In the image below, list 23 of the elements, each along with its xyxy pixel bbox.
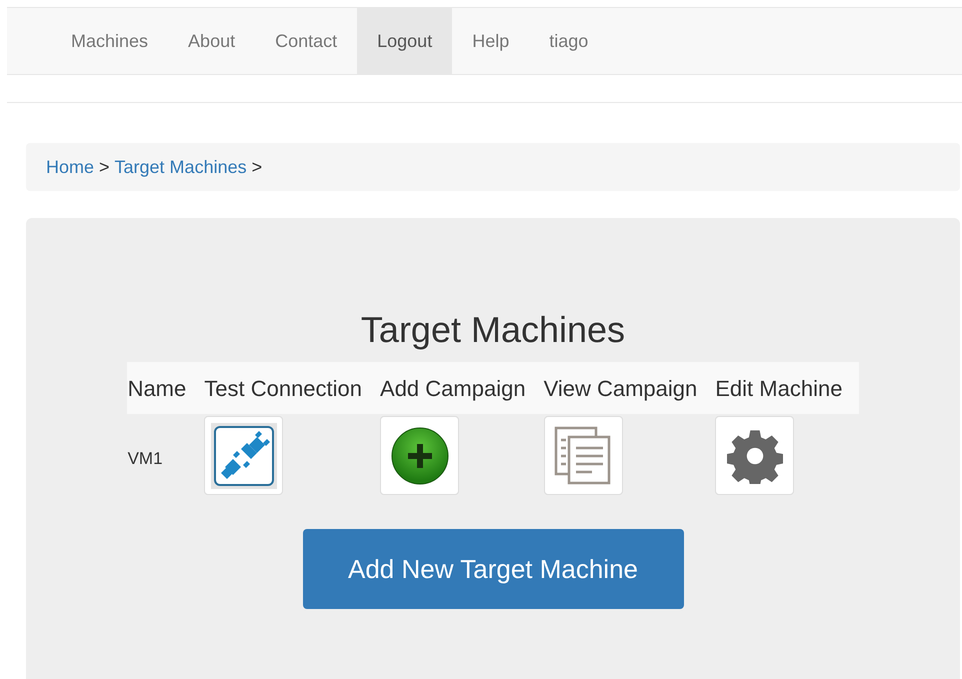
documents-icon <box>554 426 612 486</box>
nav-link[interactable]: Contact <box>255 8 358 74</box>
column-header: Name <box>126 362 204 414</box>
breadcrumb-separator: > <box>99 156 110 178</box>
icon-button[interactable] <box>380 416 460 495</box>
panel-title: Target Machines <box>360 308 626 352</box>
column-header: Test Connection <box>203 362 380 414</box>
table-cell: VM1 <box>126 414 204 495</box>
nav-link[interactable]: Logout <box>357 8 452 74</box>
breadcrumb-link[interactable]: Target Machines <box>114 154 247 180</box>
nav-link[interactable]: Machines <box>51 8 168 74</box>
add-icon <box>390 426 449 484</box>
nav-link[interactable]: Help <box>452 8 530 74</box>
column-header: Add Campaign <box>379 362 543 414</box>
nav-link[interactable]: tiago <box>529 8 608 74</box>
breadcrumb-link[interactable]: Home <box>46 154 94 180</box>
add-machine-button[interactable]: Add New Target Machine <box>302 529 684 609</box>
plug-icon <box>210 422 277 488</box>
column-header: Edit Machine <box>714 362 860 414</box>
breadcrumb-separator: > <box>252 156 262 178</box>
settings-icon <box>726 428 783 484</box>
column-header: View Campaign <box>542 362 714 414</box>
nav-link[interactable]: About <box>168 8 256 74</box>
